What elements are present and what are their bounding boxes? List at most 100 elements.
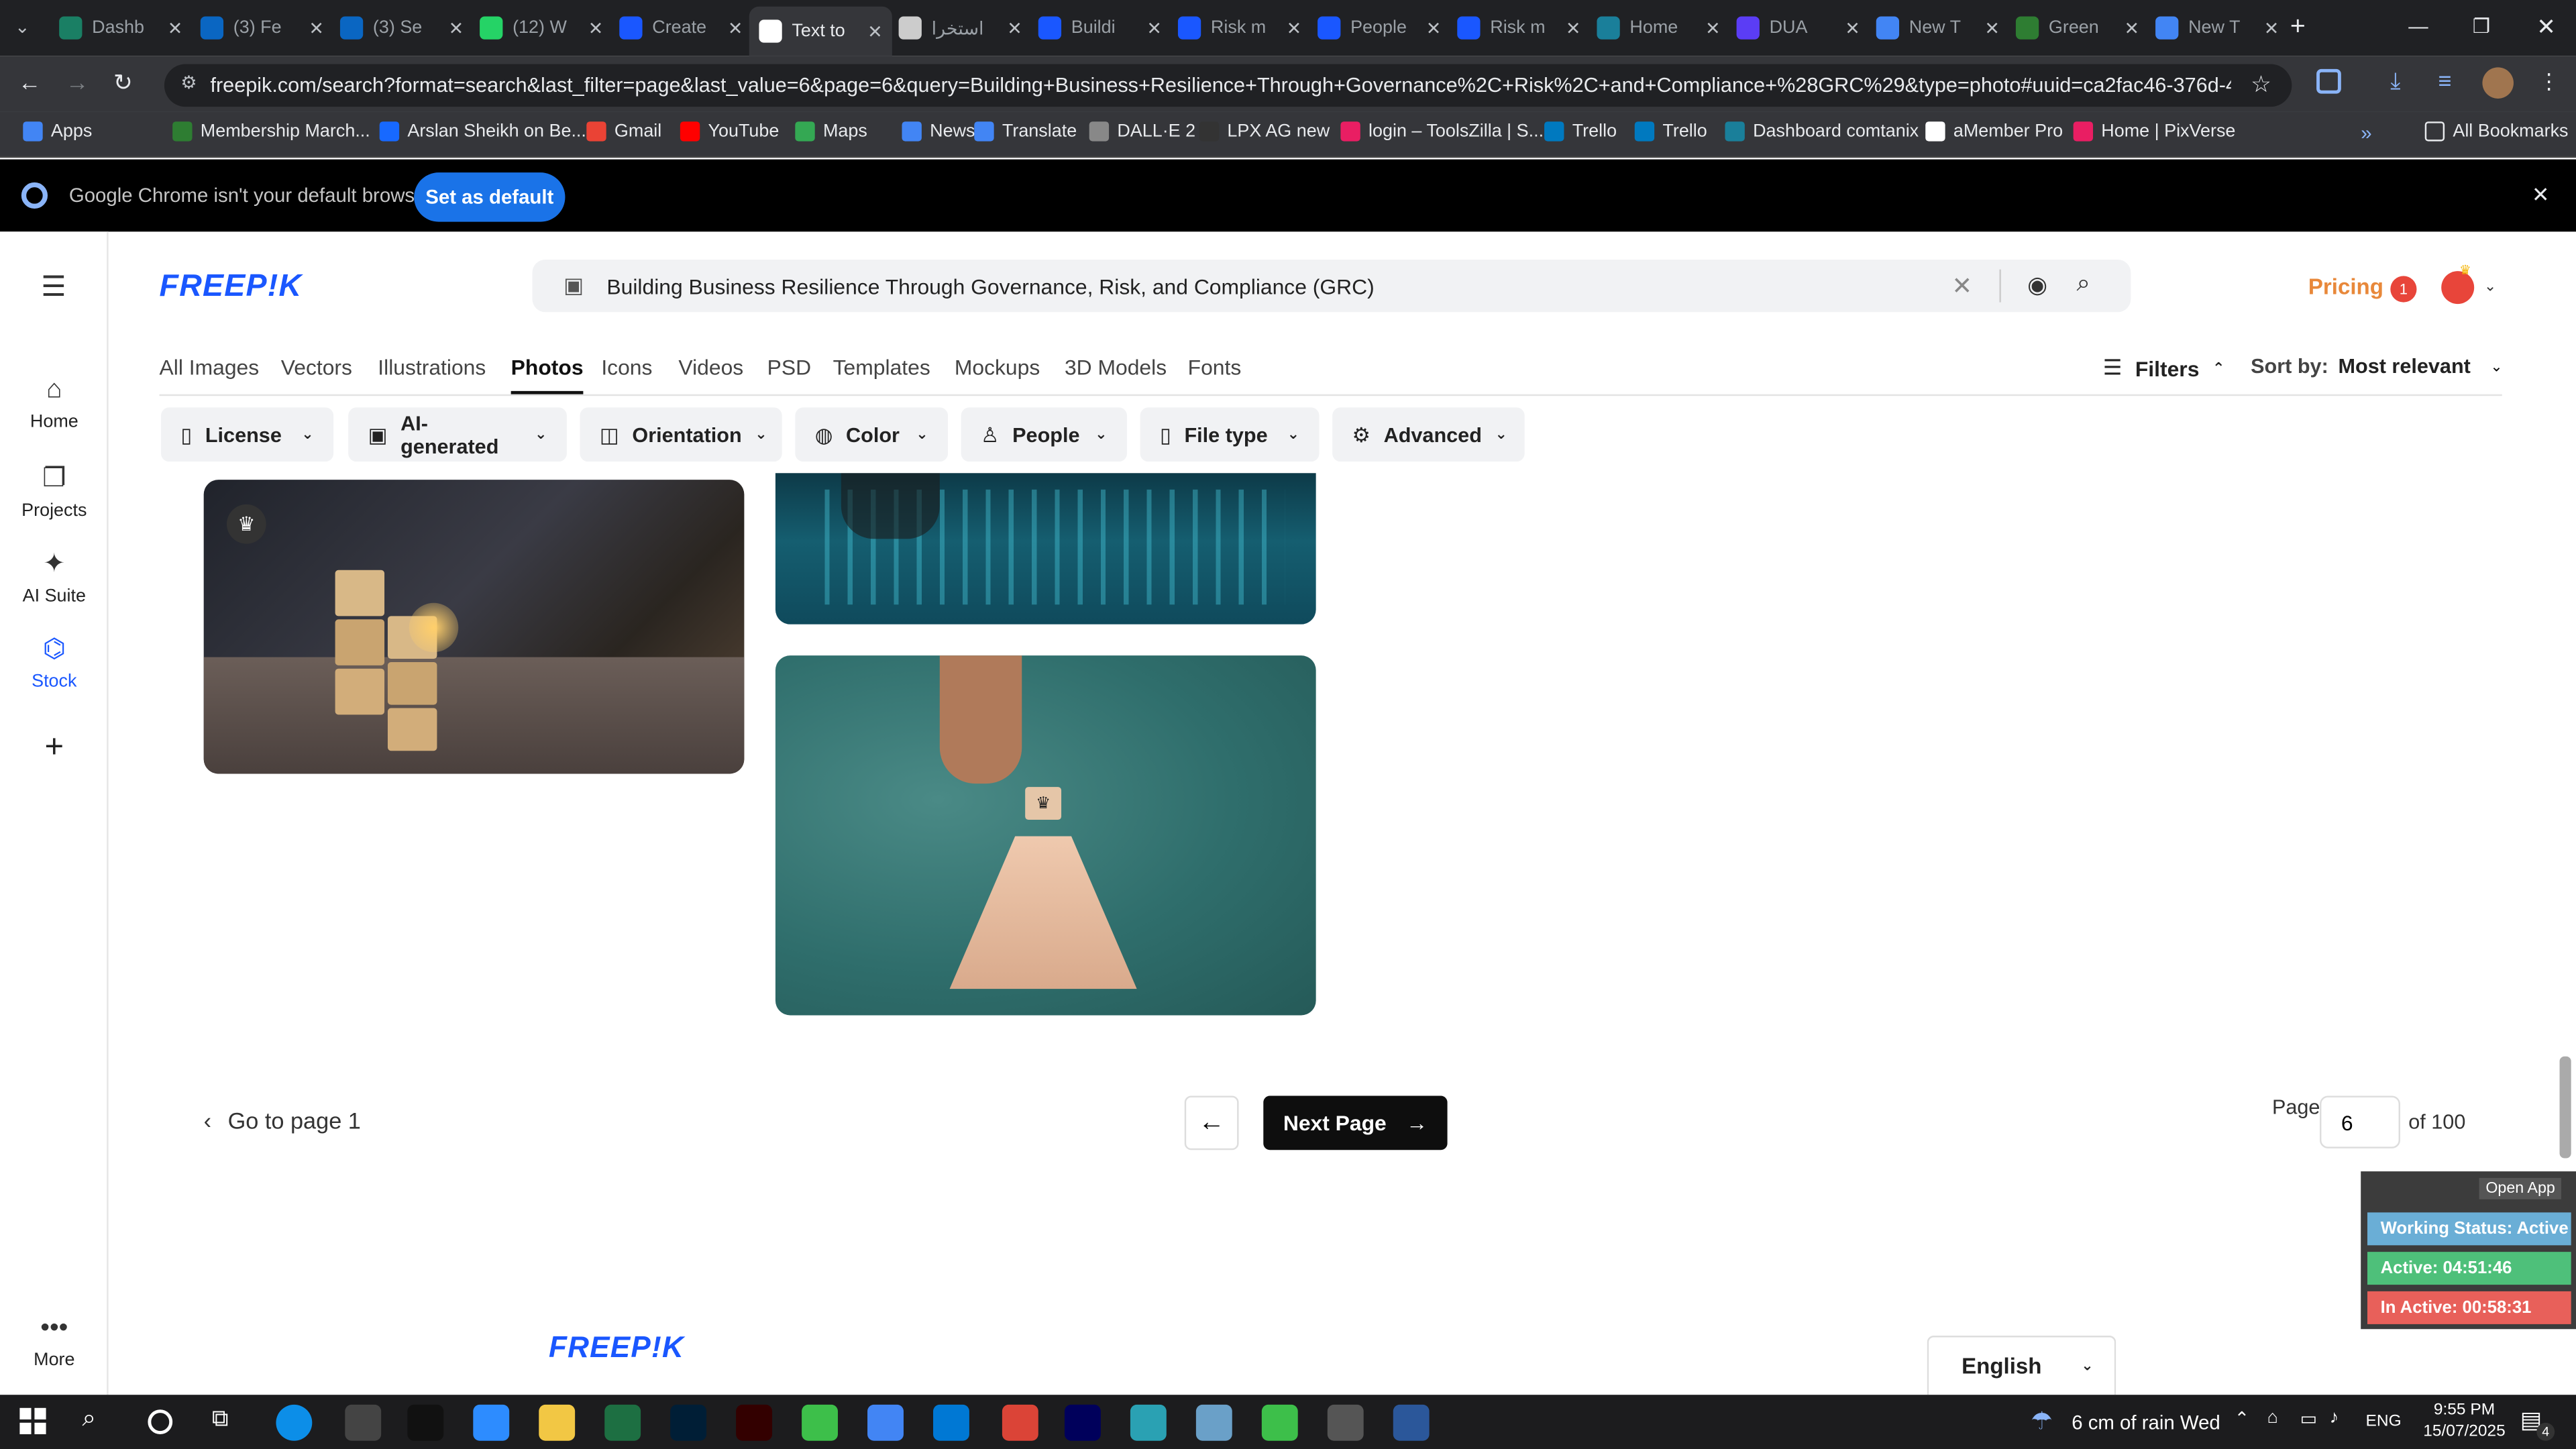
weather-text[interactable]: 6 cm of rain Wed	[2072, 1411, 2220, 1434]
excel-icon[interactable]	[604, 1404, 641, 1441]
calculator-icon[interactable]	[1327, 1404, 1364, 1441]
browser-tab[interactable]: Risk m ✕	[1168, 10, 1311, 46]
bookmark-item[interactable]: News	[902, 121, 975, 142]
nav-tab-illustrations[interactable]: Illustrations	[378, 355, 486, 380]
browser-tab[interactable]: Home ✕	[1587, 10, 1731, 46]
bookmark-item[interactable]: Membership March...	[172, 121, 370, 142]
bookmark-item[interactable]: aMember Pro	[1925, 121, 2063, 142]
cortana-icon[interactable]	[148, 1409, 173, 1434]
media-icon[interactable]: ≡	[2438, 67, 2451, 93]
photoshop-icon[interactable]	[670, 1404, 707, 1441]
pricing-link[interactable]: Pricing	[2308, 274, 2383, 299]
tab-close-icon[interactable]: ✕	[1146, 17, 1162, 38]
sidebar-item-projects[interactable]: ❐ Projects	[0, 462, 109, 521]
bookmark-item[interactable]: login – ToolsZilla | S...	[1340, 121, 1544, 142]
set-default-button[interactable]: Set as default	[414, 172, 566, 222]
filter-advanced[interactable]: ⚙ Advanced ⌄	[1332, 407, 1525, 462]
footer-logo[interactable]: FREEP!K	[549, 1331, 684, 1365]
nav-tab-vectors[interactable]: Vectors	[281, 355, 352, 380]
filter-license[interactable]: ▯ License ⌄	[161, 407, 334, 462]
browser-tab[interactable]: Dashb ✕	[49, 10, 193, 46]
tab-close-icon[interactable]: ✕	[2264, 17, 2279, 38]
tab-close-icon[interactable]: ✕	[1845, 17, 1860, 38]
terminal-icon[interactable]	[407, 1404, 444, 1441]
hamburger-menu-icon[interactable]: ☰	[41, 271, 66, 304]
all-bookmarks-button[interactable]: All Bookmarks	[2424, 121, 2569, 142]
bookmark-item[interactable]: LPX AG new	[1199, 121, 1330, 142]
edge-icon[interactable]	[276, 1404, 313, 1441]
windows-start-icon[interactable]	[19, 1407, 46, 1434]
file-explorer-icon[interactable]	[539, 1404, 576, 1441]
result-image-block-pyramid[interactable]: ♛	[775, 655, 1316, 1016]
tab-close-icon[interactable]: ✕	[1705, 17, 1721, 38]
premiere-icon[interactable]	[1064, 1404, 1101, 1441]
nav-tab-fonts[interactable]: Fonts	[1188, 355, 1242, 380]
open-app-button[interactable]: Open App	[2479, 1177, 2562, 1199]
page-scrollbar-thumb[interactable]	[2559, 1056, 2571, 1159]
tab-close-icon[interactable]: ✕	[588, 17, 604, 38]
browser-tab[interactable]: Risk m ✕	[1448, 10, 1591, 46]
tray-chevron-icon[interactable]: ⌃	[2235, 1408, 2250, 1429]
browser-tab[interactable]: (3) Se ✕	[330, 10, 474, 46]
tray-network-icon[interactable]: ⌂	[2267, 1408, 2278, 1428]
tray-display-icon[interactable]: ▭	[2300, 1408, 2317, 1429]
browser-tab[interactable]: Text to ✕	[749, 6, 893, 56]
nav-tab-mockups[interactable]: Mockups	[955, 355, 1040, 380]
tab-close-icon[interactable]: ✕	[2125, 17, 2140, 38]
input-language[interactable]: ENG	[2366, 1413, 2402, 1431]
reload-icon[interactable]: ↻	[113, 69, 133, 97]
tab-close-icon[interactable]: ✕	[1007, 17, 1022, 38]
paint-icon[interactable]	[345, 1404, 382, 1441]
green-app-2-icon[interactable]	[1261, 1404, 1298, 1441]
bookmark-star-icon[interactable]: ☆	[2251, 70, 2271, 99]
browser-tab[interactable]: استخرا ✕	[889, 10, 1032, 46]
sidebar-item-more[interactable]: ••• More	[0, 1314, 109, 1370]
bookmark-item[interactable]: DALL·E 2	[1089, 121, 1195, 142]
bookmark-item[interactable]: Apps	[23, 121, 92, 142]
go-to-first-page-link[interactable]: ‹ Go to page 1	[204, 1108, 361, 1134]
browser-tab[interactable]: (12) W ✕	[470, 10, 613, 46]
chrome-menu-icon[interactable]: ⋮	[2538, 69, 2560, 95]
nav-tab-templates[interactable]: Templates	[833, 355, 930, 380]
sort-dropdown[interactable]: Sort by: Most relevant ⌄	[2251, 355, 2503, 378]
zoom-icon[interactable]	[473, 1404, 510, 1441]
tab-close-icon[interactable]: ✕	[449, 17, 464, 38]
bookmark-item[interactable]: Trello	[1634, 121, 1707, 142]
nav-tab-all-images[interactable]: All Images	[160, 355, 260, 380]
bookmarks-overflow-icon[interactable]: »	[2361, 121, 2371, 144]
sidebar-item-ai-suite[interactable]: ✦ AI Suite	[0, 547, 109, 606]
tab-close-icon[interactable]: ✕	[1566, 17, 1581, 38]
filter-people[interactable]: ♙ People ⌄	[961, 407, 1128, 462]
url-bar[interactable]: ⚙ freepik.com/search?format=search&last_…	[164, 64, 2292, 107]
image-type-icon[interactable]: ▣	[564, 273, 584, 299]
nav-tab-psd[interactable]: PSD	[767, 355, 811, 380]
profile-avatar[interactable]	[2482, 67, 2514, 99]
previous-page-button[interactable]: ←	[1184, 1095, 1239, 1150]
extension-icon[interactable]	[2316, 68, 2341, 94]
illustrator-icon[interactable]	[736, 1404, 773, 1441]
chrome-icon[interactable]	[867, 1404, 904, 1441]
bookmark-item[interactable]: YouTube	[680, 121, 779, 142]
camera-search-icon[interactable]: ◉	[2027, 271, 2047, 299]
tab-close-icon[interactable]: ✕	[168, 17, 183, 38]
browser-tab[interactable]: Green ✕	[2006, 10, 2149, 46]
filter-color[interactable]: ◍ Color ⌄	[795, 407, 949, 462]
nav-tab-3d-models[interactable]: 3D Models	[1065, 355, 1167, 380]
tab-close-icon[interactable]: ✕	[728, 17, 743, 38]
bookmark-item[interactable]: Arslan Sheikh on Be...	[379, 121, 586, 142]
infobar-close-icon[interactable]: ✕	[2532, 182, 2550, 209]
nav-tab-photos[interactable]: Photos	[511, 355, 584, 394]
tab-close-icon[interactable]: ✕	[309, 17, 324, 38]
search-bar[interactable]: ▣ Building Business Resilience Through G…	[532, 259, 2131, 313]
tab-close-icon[interactable]: ✕	[1287, 17, 1302, 38]
bookmark-item[interactable]: Gmail	[586, 121, 661, 142]
blue-app-icon[interactable]	[1195, 1404, 1232, 1441]
browser-tab[interactable]: New T ✕	[1866, 10, 2010, 46]
green-app-icon[interactable]	[802, 1404, 838, 1441]
tab-close-icon[interactable]: ✕	[867, 21, 883, 42]
notification-badge[interactable]: 1	[2390, 276, 2417, 303]
tray-volume-icon[interactable]: ♪	[2330, 1408, 2339, 1428]
tab-close-icon[interactable]: ✕	[1984, 17, 2000, 38]
filter-ai-generated[interactable]: ▣ AI-generated ⌄	[348, 407, 567, 462]
filter-file-type[interactable]: ▯ File type ⌄	[1140, 407, 1320, 462]
